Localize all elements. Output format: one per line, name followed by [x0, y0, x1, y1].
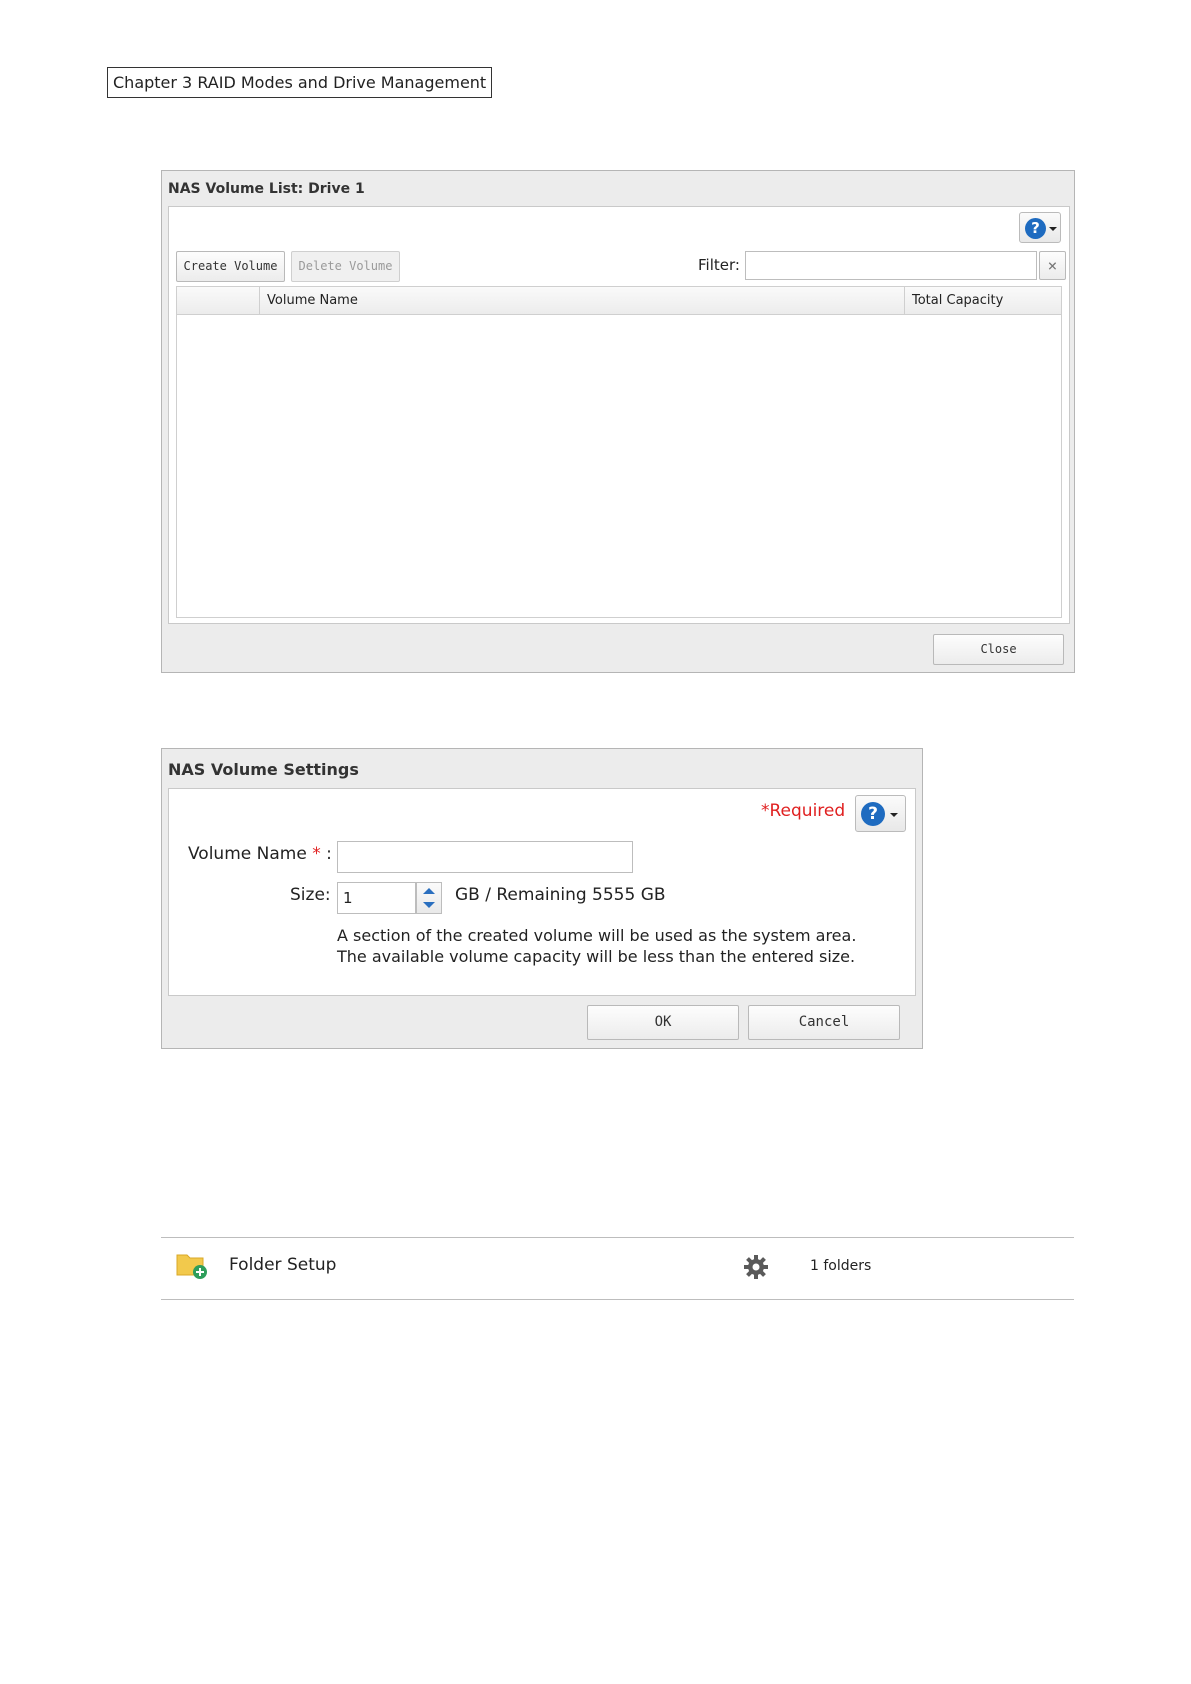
- column-select[interactable]: [177, 287, 260, 315]
- volume-table: Volume Name Total Capacity: [176, 286, 1062, 618]
- required-note: *Required: [761, 801, 846, 821]
- dialog-title: NAS Volume List: Drive 1: [168, 181, 365, 197]
- filter-input[interactable]: [745, 251, 1037, 280]
- label-colon: :: [326, 844, 332, 864]
- size-input[interactable]: 1: [337, 882, 416, 914]
- help-button[interactable]: ?: [855, 795, 906, 832]
- question-icon: ?: [1025, 218, 1046, 239]
- question-icon: ?: [861, 802, 885, 826]
- size-stepper[interactable]: [416, 882, 442, 914]
- ok-button[interactable]: OK: [587, 1005, 739, 1040]
- table-header: Volume Name Total Capacity: [177, 287, 1061, 315]
- size-label: Size:: [290, 885, 331, 905]
- volume-name-input[interactable]: [337, 841, 633, 873]
- divider-bottom: [161, 1299, 1074, 1300]
- column-total-capacity[interactable]: Total Capacity: [905, 287, 1061, 315]
- folders-count: 1 folders: [810, 1258, 872, 1274]
- gear-icon[interactable]: [743, 1254, 769, 1280]
- clear-filter-button[interactable]: ×: [1039, 251, 1066, 280]
- size-remaining: GB / Remaining 5555 GB: [455, 885, 666, 905]
- volume-name-label: Volume Name * :: [188, 844, 332, 864]
- filter-label: Filter:: [698, 256, 740, 274]
- create-volume-button[interactable]: Create Volume: [176, 251, 285, 282]
- volume-list-dialog: NAS Volume List: Drive 1 ? Create Volume…: [161, 170, 1075, 673]
- dialog-title: NAS Volume Settings: [168, 760, 359, 779]
- system-area-note: A section of the created volume will be …: [337, 926, 857, 945]
- dialog-body: ? Create Volume Delete Volume Filter: × …: [168, 206, 1070, 624]
- dialog-body: *Required ? Volume Name * : Size: 1 GB /…: [168, 788, 916, 996]
- arrow-up-icon[interactable]: [423, 888, 435, 894]
- chevron-down-icon: [890, 813, 898, 817]
- help-button[interactable]: ?: [1019, 212, 1061, 243]
- volume-name-label-text: Volume Name: [188, 844, 307, 864]
- column-volume-name[interactable]: Volume Name: [260, 287, 905, 315]
- folder-add-icon: [176, 1250, 210, 1280]
- arrow-down-icon[interactable]: [423, 902, 435, 908]
- divider-top: [161, 1237, 1074, 1238]
- chevron-down-icon: [1049, 227, 1057, 231]
- delete-volume-button[interactable]: Delete Volume: [291, 251, 400, 282]
- close-icon: ×: [1047, 256, 1058, 275]
- close-button[interactable]: Close: [933, 634, 1064, 665]
- volume-settings-dialog: NAS Volume Settings *Required ? Volume N…: [161, 748, 923, 1049]
- cancel-button[interactable]: Cancel: [748, 1005, 900, 1040]
- required-star: *: [312, 844, 321, 864]
- chapter-header: Chapter 3 RAID Modes and Drive Managemen…: [107, 67, 493, 98]
- capacity-note: The available volume capacity will be le…: [337, 947, 856, 966]
- folder-setup-label[interactable]: Folder Setup: [229, 1255, 336, 1275]
